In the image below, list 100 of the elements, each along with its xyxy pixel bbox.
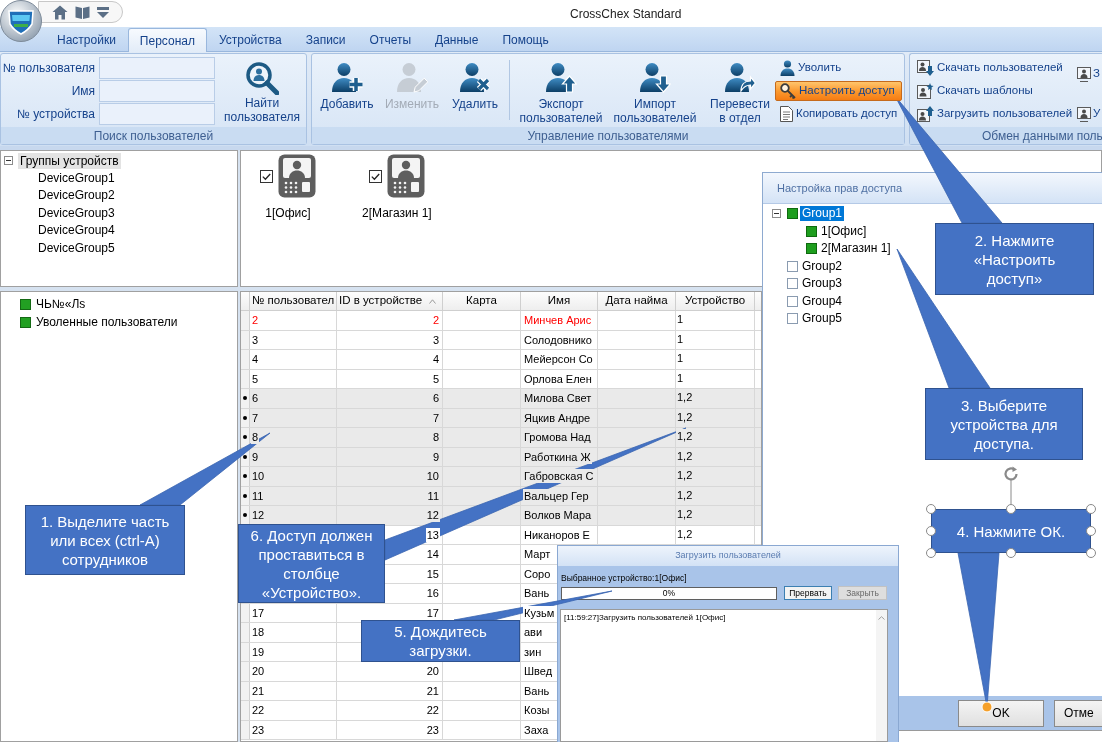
tree-checkbox[interactable] [787, 295, 798, 307]
resize-handle-icon[interactable] [926, 548, 936, 558]
upload-users-button[interactable]: Загрузить пользователей [914, 104, 1076, 124]
tree-checkbox[interactable] [787, 260, 798, 272]
table-cell: Март [523, 547, 552, 562]
access-settings-button[interactable]: Настроить доступ [775, 81, 903, 101]
abort-button[interactable]: Прервать [784, 586, 832, 600]
ribbon-button[interactable]: У [1077, 104, 1101, 124]
dropdown-icon[interactable] [97, 6, 109, 18]
group-label: Обмен данными поль [982, 127, 1102, 145]
download-users-button[interactable]: Скачать пользователей [914, 58, 1066, 78]
ribbon-button[interactable]: З [1077, 64, 1101, 84]
resize-handle-icon[interactable] [1086, 504, 1096, 514]
tree-item[interactable]: 1[Офис] [819, 223, 869, 239]
transfer-button[interactable]: Перевести в отдел [705, 54, 775, 127]
resize-handle-icon[interactable] [1006, 548, 1016, 558]
device-label: Выбранное устройство:1[Офис] [561, 572, 687, 584]
dismiss-button[interactable]: Уволить [775, 58, 903, 78]
resize-handle-icon[interactable] [926, 504, 936, 514]
tree-item[interactable]: Уволенные пользователи [36, 313, 178, 331]
table-cell: 1,2 [676, 390, 694, 404]
column-header[interactable]: Имя [547, 292, 571, 310]
tree-item[interactable]: DeviceGroup3 [37, 203, 116, 222]
table-cell: 8 [251, 430, 260, 445]
search-field[interactable] [99, 57, 215, 79]
delete-button[interactable]: Удалить [445, 54, 505, 127]
tree-item[interactable]: ЧЬ№«Лѕ [36, 295, 86, 313]
download-icon [917, 60, 934, 76]
tree-item[interactable]: Group5 [800, 311, 845, 327]
key-icon [780, 83, 796, 99]
tree-checkbox[interactable] [787, 313, 798, 325]
ribbon-tab[interactable]: Данные [423, 28, 491, 51]
table-cell: 1,2 [676, 468, 694, 482]
row-header[interactable] [241, 506, 250, 525]
tree-item[interactable]: DeviceGroup1 [37, 168, 116, 187]
column-header[interactable]: Карта [466, 292, 497, 310]
table-cell: 1 [676, 312, 685, 326]
tree-item[interactable]: Group1 [800, 206, 845, 222]
terminal-icon [278, 154, 316, 198]
tree-checkbox[interactable] [787, 208, 798, 220]
cancel-button[interactable]: Отме [1054, 699, 1102, 727]
screen-icon [1077, 66, 1091, 82]
tree-checkbox[interactable] [806, 243, 817, 255]
tree-item[interactable]: Group4 [800, 293, 845, 309]
window-title: CrossChex Standard [570, 6, 682, 23]
ribbon-tab[interactable]: Записи [293, 28, 358, 51]
tree-checkbox[interactable] [806, 225, 817, 237]
column-header[interactable]: Устройство [684, 292, 746, 310]
column-header[interactable]: № пользовател [252, 292, 335, 310]
resize-handle-icon[interactable] [1006, 504, 1016, 514]
tree-item[interactable]: DeviceGroup4 [37, 221, 116, 240]
resize-handle-icon[interactable] [1086, 548, 1096, 558]
table-cell: 1,2 [676, 429, 694, 443]
checkbox[interactable] [260, 169, 273, 183]
ribbon-tab[interactable]: Персонал [127, 28, 207, 52]
row-header[interactable] [241, 389, 250, 408]
row-header[interactable] [241, 428, 250, 447]
book-icon[interactable] [75, 4, 90, 20]
callout: 3. Выберите устройства для доступа. [925, 388, 1083, 460]
export-button[interactable]: Экспорт пользователей [516, 54, 606, 127]
add-button[interactable]: Добавить [315, 54, 379, 127]
table-cell: Вальцер Гер [523, 488, 590, 503]
logo-icon[interactable] [0, 0, 42, 42]
search-field[interactable] [99, 103, 215, 125]
tree-item[interactable]: DeviceGroup5 [37, 238, 116, 257]
row-header[interactable] [241, 408, 250, 427]
tree-item[interactable]: Group3 [800, 276, 845, 292]
tree-item[interactable]: DeviceGroup2 [37, 186, 116, 205]
progress-reading: 0% [662, 587, 676, 599]
resize-handle-icon[interactable] [1086, 526, 1096, 536]
collapse-icon[interactable] [772, 209, 781, 219]
row-header[interactable] [241, 467, 250, 486]
tree-item[interactable]: 2[Магазин 1] [819, 241, 893, 257]
ribbon-tab[interactable]: Помощь [490, 28, 561, 51]
scrollbar[interactable] [876, 610, 887, 741]
ribbon-tab[interactable]: Устройства [206, 28, 294, 51]
checkbox[interactable] [368, 169, 382, 183]
callout: 4. Нажмите ОК. [931, 509, 1091, 553]
tree-checkbox[interactable] [787, 278, 798, 290]
callout: 2. Нажмите «Настроить доступ» [935, 223, 1094, 295]
table-cell: Мейерсон Со [523, 352, 594, 367]
collapse-icon[interactable] [4, 156, 13, 165]
rotate-handle-icon[interactable] [1002, 465, 1020, 504]
ribbon-tab[interactable]: Отчеты [357, 28, 424, 51]
group-label: Поиск пользователей [93, 127, 214, 145]
row-header[interactable] [241, 486, 250, 505]
download-templates-button[interactable]: Скачать шаблоны [914, 81, 1036, 101]
ok-button[interactable]: OK [958, 699, 1044, 727]
home-icon[interactable] [52, 4, 68, 20]
ribbon-tab[interactable]: Настройки [45, 28, 128, 51]
search-field[interactable] [99, 80, 215, 102]
find-user-button[interactable]: Найти пользователя [218, 57, 306, 127]
import-button[interactable]: Импорт пользователей [610, 54, 700, 127]
tree-item[interactable]: Группы устройств [18, 152, 121, 169]
tree-item[interactable]: Group2 [800, 258, 845, 274]
resize-handle-icon[interactable] [926, 526, 936, 536]
column-header[interactable]: Дата найма [605, 292, 668, 310]
copy-access-button[interactable]: Копировать доступ [775, 104, 903, 124]
column-header[interactable]: ID в устройстве [339, 292, 423, 310]
field-label: № пользователя [2, 60, 95, 77]
